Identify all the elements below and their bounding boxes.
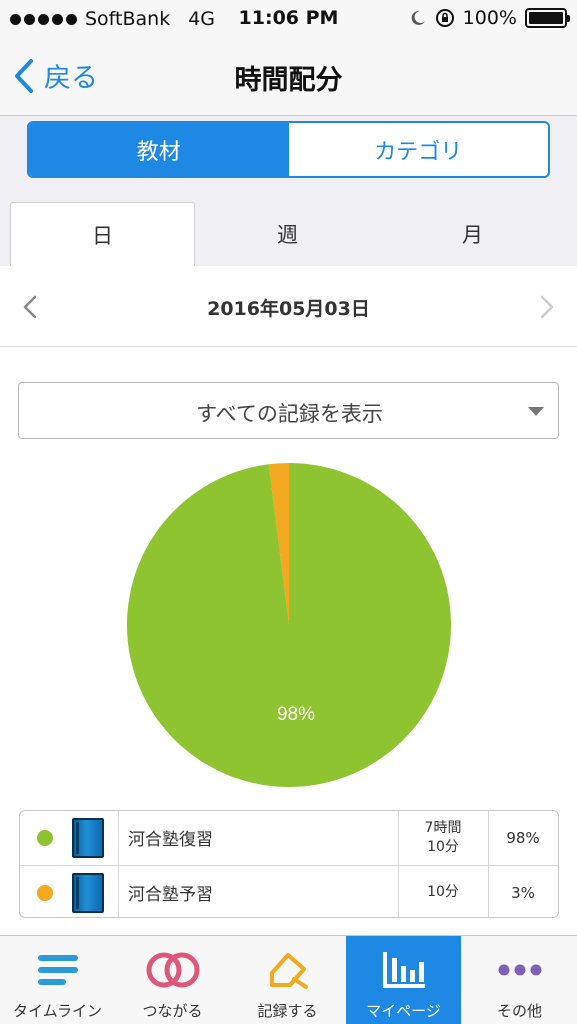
segmented-control: 教材 カテゴリ <box>27 121 550 178</box>
legend-percent: 98% <box>506 828 540 847</box>
status-bar: SoftBank 4G 11:06 PM 100% <box>0 0 577 38</box>
legend-color-dot <box>37 884 53 901</box>
record-filter-dropdown[interactable]: すべての記録を表示 <box>18 382 559 439</box>
pie-slice <box>126 463 452 787</box>
battery-percent: 100% <box>462 7 517 29</box>
next-day-chevron-icon[interactable] <box>539 295 555 319</box>
tab-label: 記録する <box>257 1002 318 1020</box>
tab-week[interactable]: 週 <box>195 202 380 266</box>
connect-rings-icon <box>146 952 199 988</box>
time-distribution-pie-chart: 98% <box>126 463 452 787</box>
segment-material[interactable]: 教材 <box>29 123 289 176</box>
date-navigator: 2016年05月03日 <box>0 267 577 347</box>
current-date: 2016年05月03日 <box>207 298 370 320</box>
tab-connect[interactable]: つながる <box>115 936 230 1024</box>
tab-label: タイムライン <box>13 1002 102 1020</box>
filter-header: 教材 カテゴリ 日 週 月 <box>0 116 577 266</box>
legend-table: 河合塾復習 7時間 10分 98% 河合塾予習 10分 3% <box>19 810 559 918</box>
tab-timeline[interactable]: タイムライン <box>0 936 115 1024</box>
legend-name: 河合塾予習 <box>128 885 213 905</box>
timeline-icon <box>37 955 78 985</box>
legend-color-dot <box>37 829 53 846</box>
moon-icon <box>411 10 425 25</box>
segment-category[interactable]: カテゴリ <box>289 123 549 176</box>
legend-row[interactable]: 河合塾予習 10分 3% <box>20 865 558 917</box>
page-title: 時間配分 <box>234 65 343 96</box>
legend-time-hours: 7時間 <box>424 819 462 836</box>
tab-mypage[interactable]: マイページ <box>346 936 461 1024</box>
tab-record[interactable]: 記録する <box>230 936 345 1024</box>
tab-month[interactable]: 月 <box>380 202 565 266</box>
filter-selected-label: すべての記録を表示 <box>196 402 383 426</box>
period-tabs: 日 週 月 <box>0 202 577 266</box>
more-dots-icon <box>498 964 541 976</box>
legend-name: 河合塾復習 <box>128 830 213 850</box>
bar-chart-icon <box>382 952 425 988</box>
tab-label: つながる <box>142 1002 203 1020</box>
legend-time-value: 10分 <box>427 884 459 900</box>
bottom-tab-bar: タイムライン つながる 記録する マイページ その他 <box>0 935 577 1024</box>
book-icon <box>72 872 104 913</box>
rotation-lock-icon <box>435 9 454 27</box>
pie-data-label: 98% <box>277 704 315 725</box>
legend-time: 7時間 10分 <box>398 811 488 864</box>
legend-percent: 3% <box>511 883 535 902</box>
legend-time-minutes: 10分 <box>427 838 459 855</box>
tab-label: その他 <box>496 1002 542 1020</box>
tab-more[interactable]: その他 <box>462 936 577 1024</box>
tab-day[interactable]: 日 <box>10 202 195 266</box>
navigation-bar: 戻る 時間配分 <box>0 38 577 116</box>
battery-icon <box>525 8 570 28</box>
pencil-record-icon <box>269 953 308 989</box>
dropdown-caret-icon <box>528 407 544 416</box>
book-icon <box>72 817 104 858</box>
tab-label: マイページ <box>366 1002 441 1020</box>
legend-row[interactable]: 河合塾復習 7時間 10分 98% <box>20 811 558 864</box>
status-right: 100% <box>409 7 570 29</box>
legend-time: 10分 <box>398 866 488 917</box>
